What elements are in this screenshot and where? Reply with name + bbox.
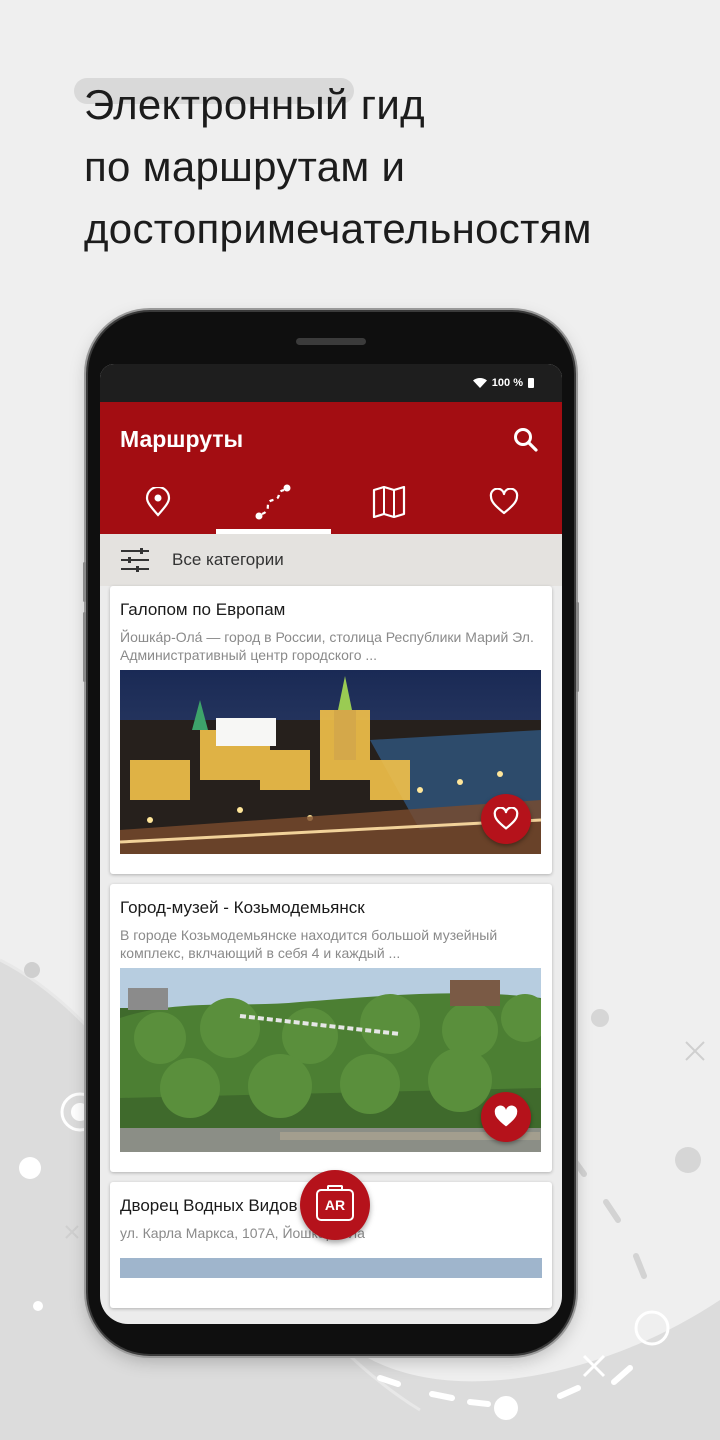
tab-map[interactable]: [331, 470, 447, 534]
page-title: Маршруты: [120, 426, 244, 452]
app-bar: Маршруты: [100, 402, 562, 534]
phone-speaker: [296, 338, 366, 345]
status-bar: 100 %: [100, 364, 562, 402]
ar-camera-button[interactable]: AR: [300, 1170, 370, 1240]
route-photo: [120, 968, 541, 1152]
route-title: Галопом по Европам: [120, 600, 286, 619]
route-card[interactable]: Город-музей - Козьмодемьянск В городе Ко…: [110, 884, 552, 1172]
heart-outline-icon: [493, 807, 519, 830]
favorite-button[interactable]: [481, 794, 531, 844]
category-filter[interactable]: Все категории: [100, 534, 562, 586]
hillside-town-photo: [120, 968, 541, 1152]
tab-bar: [100, 470, 562, 534]
tab-places[interactable]: [100, 470, 216, 534]
phone-side-button: [576, 602, 579, 692]
route-description: Йошка́р-Ола́ — город в России, столица Р…: [120, 629, 534, 663]
heart-outline-icon: [490, 488, 519, 515]
app-screen: 100 % Маршруты Все категории Галопом по …: [100, 364, 562, 1324]
sliders-icon: [121, 548, 149, 572]
route-title: Город-музей - Козьмодемьянск: [120, 898, 365, 917]
favorite-button[interactable]: [481, 1092, 531, 1142]
battery-icon: [528, 378, 534, 388]
route-icon: [255, 484, 291, 520]
battery-level: 100 %: [491, 377, 523, 389]
search-icon[interactable]: [512, 426, 540, 454]
heart-filled-icon: [494, 1105, 518, 1127]
wifi-icon: [472, 378, 487, 388]
headline-line-2: по маршрутам и: [84, 143, 406, 190]
filter-label: Все категории: [172, 550, 284, 569]
route-photo: [120, 1258, 542, 1278]
camera-icon: AR: [316, 1185, 354, 1221]
tab-routes[interactable]: [215, 470, 332, 534]
route-photo: [120, 670, 541, 854]
route-description: В городе Козьмодемьянске находится больш…: [120, 927, 498, 961]
phone-frame: 100 % Маршруты Все категории Галопом по …: [83, 312, 579, 1354]
tab-favorites[interactable]: [447, 470, 563, 534]
phone-volume-button: [83, 612, 86, 682]
promo-headline: Электронный гид по маршрутам и достоприм…: [84, 74, 704, 260]
location-pin-icon: [145, 487, 170, 517]
phone-volume-button: [83, 562, 86, 602]
map-icon: [372, 486, 405, 518]
city-night-photo: [120, 670, 541, 854]
headline-line-1: Электронный гид: [84, 81, 425, 128]
ar-label: AR: [324, 1197, 346, 1213]
route-card[interactable]: Галопом по Европам Йошка́р-Ола́ — город …: [110, 586, 552, 874]
headline-line-3: достопримечательностям: [84, 205, 592, 252]
